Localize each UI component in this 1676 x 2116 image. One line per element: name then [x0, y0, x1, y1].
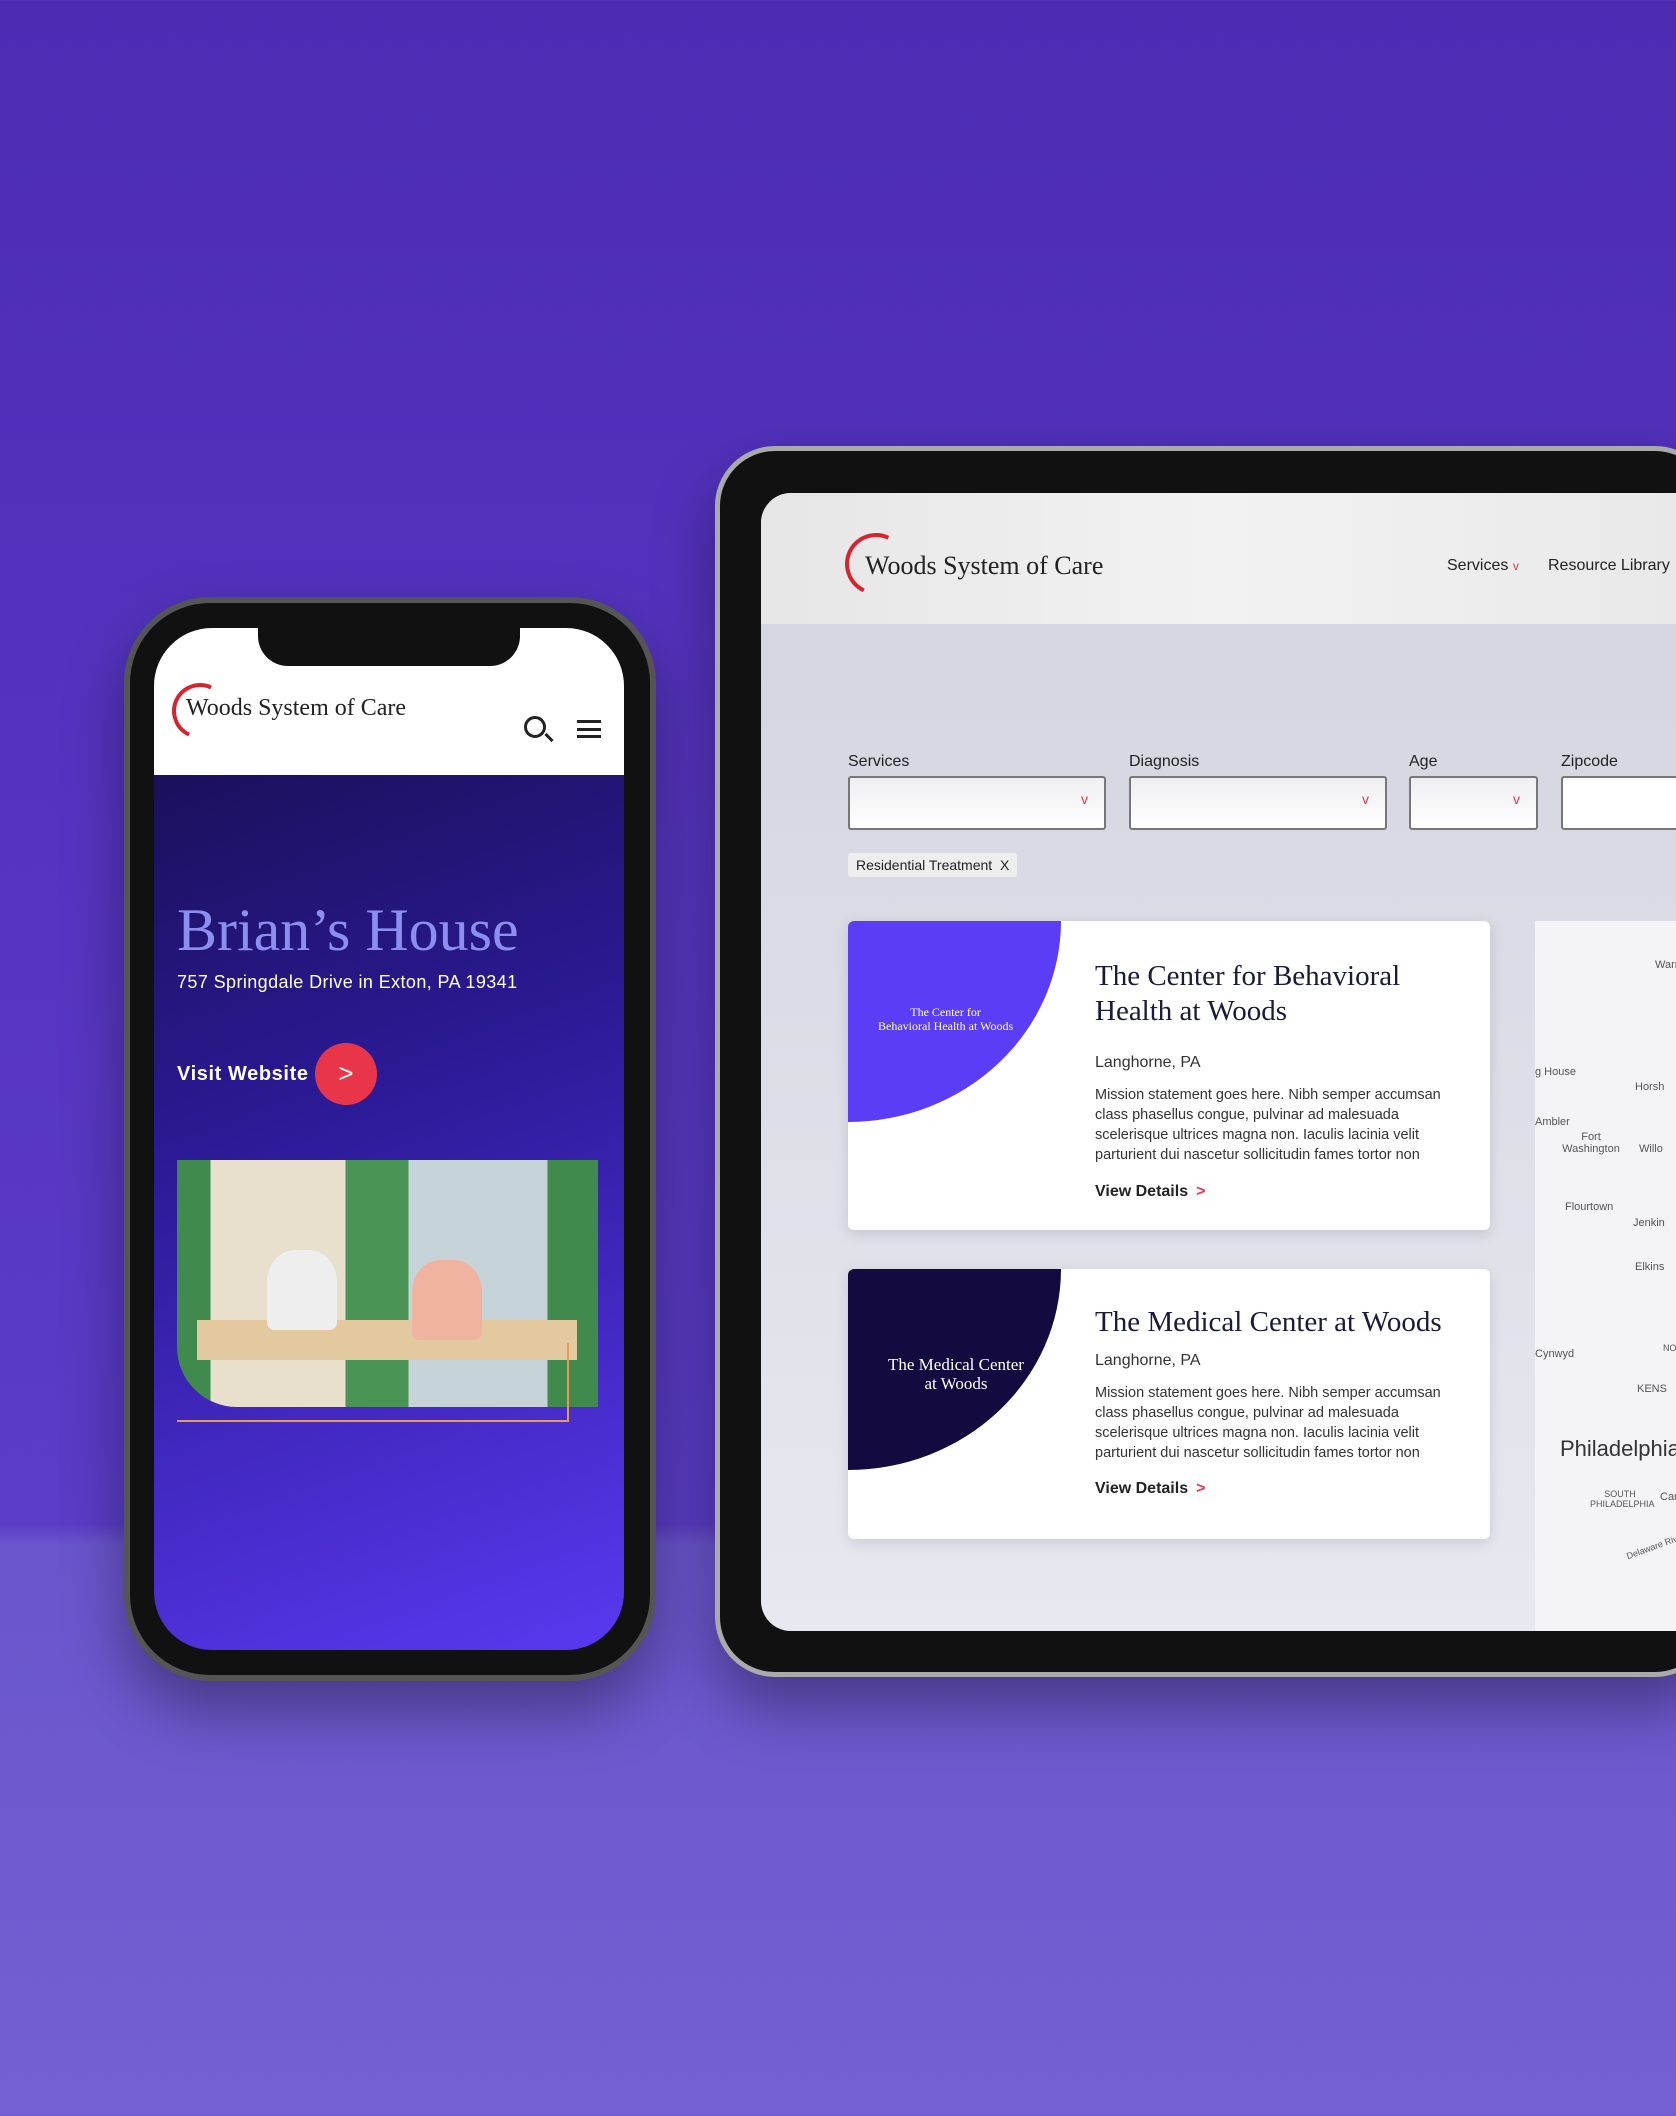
card-location: Langhorne, PA: [1095, 1352, 1201, 1369]
chevron-down-icon: v: [1513, 791, 1520, 807]
decorative-line: [567, 1343, 569, 1422]
search-icon[interactable]: [524, 716, 554, 743]
map[interactable]: Warringt g House Horsh Ambler Fort Washi…: [1535, 921, 1676, 1631]
brand-logo[interactable]: Woods System of Care: [836, 524, 1125, 604]
phone-screen: Woods System of Care Brian’s House 757 S…: [154, 628, 624, 1650]
chevron-down-icon: v: [1362, 791, 1369, 807]
card-location: Langhorne, PA: [1095, 1054, 1201, 1071]
hamburger-menu-icon[interactable]: [577, 720, 601, 738]
map-label: Jenkin: [1633, 1217, 1665, 1229]
map-label: Flourtown: [1565, 1201, 1614, 1213]
brand-logo[interactable]: Woods System of Care: [164, 675, 472, 747]
map-label: Delaware River: [1625, 1530, 1676, 1562]
map-label: Car: [1660, 1491, 1676, 1503]
phone-notch: [258, 628, 520, 666]
chip-label: Residential Treatment: [856, 857, 993, 873]
filter-chip: Residential Treatment X: [848, 853, 1018, 877]
filter-label: Diagnosis: [1129, 753, 1200, 770]
map-label: Warringt: [1655, 959, 1676, 971]
card-title[interactable]: The Medical Center at Woods: [1095, 1305, 1475, 1340]
services-select[interactable]: v: [848, 776, 1106, 830]
map-label: KENS: [1637, 1383, 1667, 1395]
zipcode-input[interactable]: [1561, 776, 1676, 830]
brand-name: Woods System of Care: [865, 551, 1104, 580]
map-label: NORTH PHILADEL: [1663, 1343, 1676, 1353]
filter-label: Age: [1409, 753, 1438, 770]
view-details-link[interactable]: View Details >: [1095, 1183, 1205, 1201]
site-header: Woods System of Care Services v Resource…: [761, 493, 1676, 624]
nav-services[interactable]: Services v: [1447, 557, 1519, 575]
card-description: Mission statement goes here. Nibh semper…: [1095, 1087, 1441, 1163]
location-card: The Medical Center at Woods The Medical C…: [848, 1269, 1490, 1539]
filter-label: Zipcode: [1561, 753, 1618, 770]
card-description: Mission statement goes here. Nibh semper…: [1095, 1385, 1441, 1461]
card-logo: The Center for Behavioral Health at Woods: [878, 1005, 1014, 1033]
hero-photo: [177, 1160, 598, 1407]
card-title[interactable]: The Center for Behavioral Health at Wood…: [1095, 959, 1475, 1029]
address: 757 Springdale Drive in Exton, PA 19341: [177, 972, 518, 992]
view-details-link[interactable]: View Details >: [1095, 1480, 1205, 1498]
map-label: Ambler: [1535, 1116, 1570, 1128]
chevron-down-icon: v: [1081, 791, 1088, 807]
map-label: Willo: [1639, 1143, 1663, 1155]
brand-name: Woods System of Care: [186, 695, 407, 721]
map-label: Cynwyd: [1535, 1348, 1575, 1360]
map-label: Horsh: [1635, 1081, 1665, 1093]
diagnosis-select[interactable]: v: [1129, 776, 1387, 830]
map-label: SOUTH PHILADELPHIA: [1590, 1489, 1655, 1509]
chevron-right-icon: >: [1196, 1183, 1206, 1200]
map-label: Philadelphia: [1560, 1436, 1676, 1461]
location-card: The Center for Behavioral Health at Woods…: [848, 921, 1490, 1230]
chevron-down-icon: v: [1512, 559, 1519, 573]
page-title: Brian’s House: [177, 897, 519, 963]
map-label: Fort Washington: [1562, 1131, 1620, 1155]
chevron-right-icon[interactable]: >: [315, 1043, 377, 1105]
card-logo: The Medical Center at Woods: [888, 1355, 1024, 1393]
nav-resource-library[interactable]: Resource Library: [1548, 557, 1670, 575]
visit-website-link[interactable]: Visit Website: [177, 1063, 309, 1086]
chevron-right-icon: >: [1196, 1480, 1206, 1497]
nav-label: Services: [1447, 557, 1509, 574]
close-icon[interactable]: X: [1000, 857, 1009, 873]
tablet-screen: Woods System of Care Services v Resource…: [761, 493, 1676, 1631]
map-label: g House: [1535, 1066, 1576, 1078]
map-label: Elkins: [1635, 1261, 1665, 1273]
filter-label: Services: [848, 753, 910, 770]
decorative-line: [177, 1420, 569, 1422]
age-select[interactable]: v: [1409, 776, 1538, 830]
